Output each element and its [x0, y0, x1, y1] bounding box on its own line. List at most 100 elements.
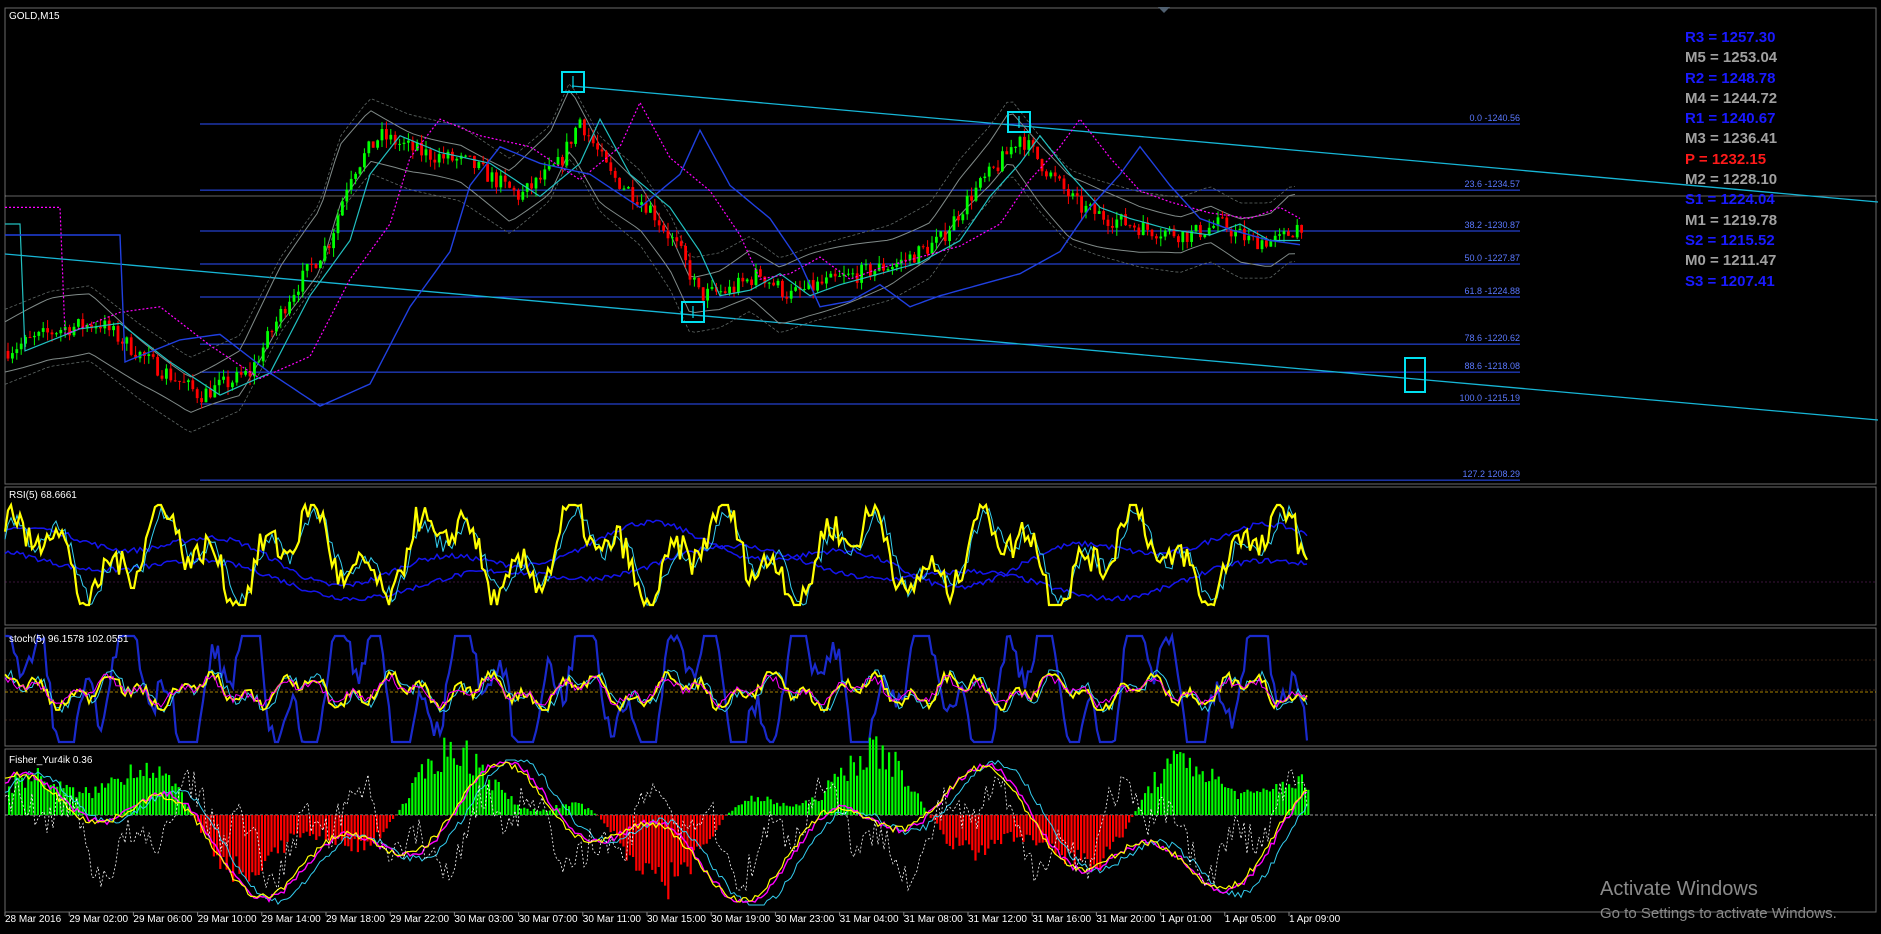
fisher-bar	[1281, 781, 1284, 815]
rsi-indicator	[3, 501, 1876, 608]
fib-label: 38.2 -1230.87	[1464, 220, 1520, 230]
fisher-bar	[814, 799, 817, 815]
candle-body	[939, 231, 943, 237]
trading-chart[interactable]: 0.0 -1240.56 23.6 -1234.57 38.2 -1230.87 50…	[0, 0, 1881, 934]
candle-body	[517, 190, 520, 200]
candle-body	[996, 167, 1000, 172]
candle-body	[957, 216, 960, 221]
candle-body	[1001, 151, 1004, 172]
fisher-bar	[606, 815, 609, 828]
main-price-panel[interactable]	[4, 7, 1877, 485]
time-label: 28 Mar 2016	[5, 914, 62, 925]
fisher-bar	[984, 815, 987, 855]
candle-body	[1097, 211, 1101, 214]
fisher-bar	[46, 789, 49, 815]
candle-body	[767, 282, 771, 284]
candle-body	[41, 328, 45, 332]
fisher-bar	[785, 805, 788, 815]
candle-body	[671, 237, 674, 239]
fisher-bar	[155, 777, 158, 815]
time-label: 31 Mar 12:00	[968, 914, 1027, 925]
fisher-bar	[1147, 786, 1150, 815]
fisher-bar	[33, 777, 36, 815]
fisher-bar	[1112, 815, 1115, 842]
candle-body	[587, 135, 591, 137]
candle-body	[851, 273, 855, 275]
fib-label: 88.6 -1218.08	[1464, 361, 1520, 371]
fisher-bar	[1022, 815, 1025, 842]
fisher-bar	[299, 815, 302, 838]
fisher-bar	[584, 809, 587, 815]
fisher-bar	[1083, 815, 1086, 854]
candle-body	[860, 264, 863, 283]
rsi-upper-band	[4, 519, 1308, 590]
fisher-bar	[302, 815, 305, 834]
candle-body	[772, 282, 775, 286]
candle-body	[354, 173, 357, 179]
candle-body	[195, 389, 199, 399]
fisher-bar	[1249, 791, 1252, 815]
candle-body	[1300, 224, 1303, 233]
candle-body	[389, 134, 393, 140]
candle-body	[895, 263, 899, 268]
candle-body	[477, 162, 481, 169]
fisher-bar	[254, 815, 257, 876]
chart-shift-marker[interactable]	[1158, 7, 1170, 13]
candle-body	[1273, 235, 1277, 241]
fisher-bar	[468, 773, 471, 815]
trend-channel[interactable]	[4, 85, 1879, 421]
candle-body	[429, 149, 432, 160]
fisher-bar	[1035, 815, 1038, 846]
fisher-bar	[859, 756, 862, 815]
candle-body	[1295, 224, 1299, 238]
fisher-bar	[852, 762, 855, 815]
candle-body	[363, 153, 366, 168]
candle-body	[112, 326, 115, 331]
fisher-bar	[248, 815, 251, 882]
candle-body	[600, 149, 604, 152]
fisher-bar	[865, 767, 868, 815]
fisher-bar	[228, 815, 231, 857]
time-label: 29 Mar 06:00	[133, 914, 192, 925]
candle-body	[367, 141, 371, 154]
candle-body	[1058, 176, 1061, 179]
candle-body	[437, 154, 441, 163]
candle-body	[855, 273, 859, 283]
candle-body	[543, 169, 547, 180]
candle-body	[323, 245, 327, 261]
fisher-bar	[868, 737, 871, 815]
candle-body	[1040, 158, 1044, 172]
fisher-bar	[337, 815, 340, 838]
pivot-m1: M1 = 1219.78	[1685, 211, 1778, 229]
symbol-label: GOLD,M15	[9, 11, 60, 22]
fisher-bar	[1003, 815, 1006, 835]
fisher-bar	[907, 785, 910, 815]
candle-body	[1247, 235, 1251, 241]
fisher-bar	[942, 815, 945, 835]
candle-body	[19, 343, 23, 350]
candle-body	[1159, 236, 1163, 239]
fisher-bar	[1297, 776, 1300, 815]
fisher-bar	[955, 815, 958, 838]
rsi-panel[interactable]	[4, 486, 1877, 626]
fisher-bar	[529, 811, 532, 815]
fisher-bar	[843, 775, 846, 815]
fisher-bar	[1204, 782, 1207, 815]
candle-body	[618, 177, 621, 189]
fisher-bar	[116, 778, 119, 815]
fib-label: 50.0 -1227.87	[1464, 253, 1520, 263]
fisher-bar	[510, 796, 513, 815]
fisher-bar	[600, 815, 603, 820]
pivot-m2: M2 = 1228.10	[1685, 171, 1778, 189]
fisher-bar	[808, 804, 811, 815]
fisher-bar	[792, 806, 795, 815]
fisher-bar	[900, 770, 903, 815]
candle-body	[314, 264, 318, 269]
fisher-bar	[315, 815, 318, 840]
fisher-bar	[715, 815, 718, 831]
candle-body	[1106, 219, 1110, 226]
candle-body	[961, 214, 965, 221]
fisher-bar	[744, 800, 747, 815]
candle-body	[239, 371, 243, 375]
moving-averages	[5, 101, 1301, 407]
